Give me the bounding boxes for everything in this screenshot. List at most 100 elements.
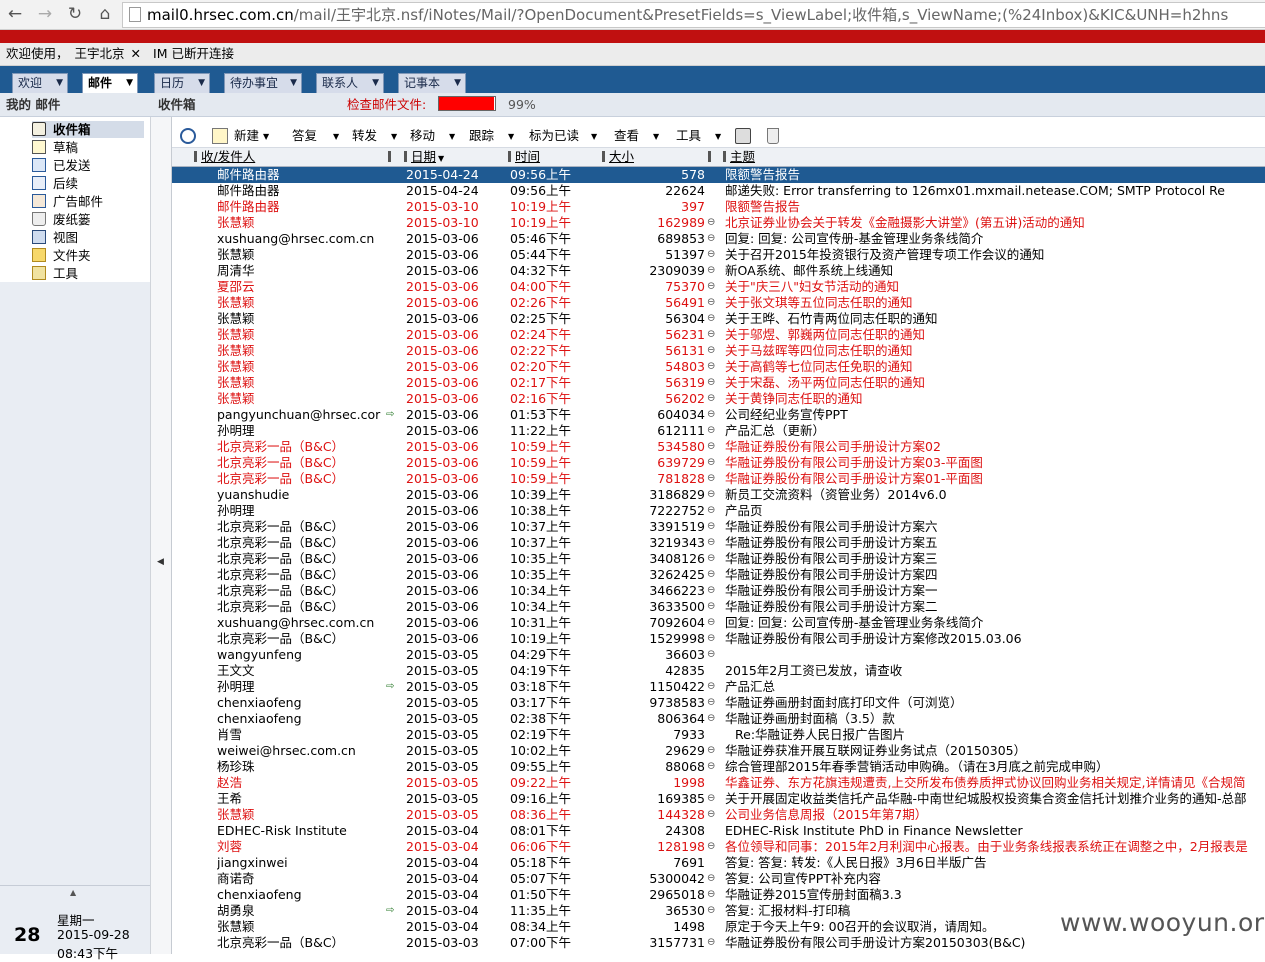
chevron-down-icon[interactable]: ▼ <box>715 132 721 141</box>
tab-todo[interactable]: 待办事宜 ▼ <box>224 73 302 93</box>
new-memo-icon[interactable] <box>212 128 228 144</box>
chevron-up-icon[interactable]: ▲ <box>70 888 76 897</box>
chevron-down-icon[interactable]: ▼ <box>508 132 514 141</box>
delete-icon[interactable] <box>767 128 779 144</box>
table-row[interactable]: jiangxinwei 2015-03-04 05:18下午 7691 答复: 答复: … <box>172 855 1265 871</box>
table-row[interactable]: 邮件路由器 2015-04-24 09:56上午 22624 邮递失败: Error t… <box>172 183 1265 199</box>
table-row[interactable]: chenxiaofeng 2015-03-05 02:38下午 806364 ⊘ 华融证券… <box>172 711 1265 727</box>
table-row[interactable]: 张慧颖 2015-03-06 02:16下午 56202 ⊘ 关于黄铮同志任职的通知 <box>172 391 1265 407</box>
table-row[interactable]: 张慧颖 2015-03-06 02:24下午 56231 ⊘ 关于邬煜、郭巍两位同志任职的… <box>172 327 1265 343</box>
table-row[interactable]: 北京亮彩一品（B&C） 2015-03-06 10:19上午 1529998 ⊘ 华融证券… <box>172 631 1265 647</box>
chevron-down-icon[interactable]: ▼ <box>263 132 269 141</box>
table-row[interactable]: 北京亮彩一品（B&C） 2015-03-06 10:59上午 639729 ⊘ 华融证券股… <box>172 455 1265 471</box>
table-row[interactable]: xushuang@hrsec.com.cn 2015-03-06 05:46下午 68… <box>172 231 1265 247</box>
table-row[interactable]: 王文文 2015-03-05 04:19下午 42835 2015年2月工资已发放，请查… <box>172 663 1265 679</box>
column-subject[interactable]: 主题 <box>708 148 755 165</box>
table-row[interactable]: weiwei@hrsec.com.cn 2015-03-05 10:02上午 2962… <box>172 743 1265 759</box>
table-row[interactable]: 张慧颖 2015-03-06 02:22下午 56131 ⊘ 关于马兹晖等四位同志任职的通… <box>172 343 1265 359</box>
table-row[interactable]: 张慧颖 2015-03-06 02:26下午 56491 ⊘ 关于张文琪等五位同志任职的通… <box>172 295 1265 311</box>
table-row[interactable]: 北京亮彩一品（B&C） 2015-03-06 10:59上午 781828 ⊘ 华融证券股… <box>172 471 1265 487</box>
tab-mail[interactable]: 邮件 ▼ <box>82 73 138 93</box>
chevron-down-icon[interactable]: ▼ <box>391 132 397 141</box>
chevron-down-icon[interactable]: ▼ <box>372 74 379 93</box>
sidebar-item-junk[interactable]: 广告邮件 <box>32 193 103 210</box>
tools-button[interactable]: 工具 ▼ <box>676 125 721 148</box>
tab-welcome[interactable]: 欢迎 ▼ <box>12 73 68 93</box>
print-icon[interactable] <box>735 128 751 144</box>
table-row[interactable]: 刘蓉 2015-03-04 06:06下午 128198 ⊘ 各位领导和同事：2015年2… <box>172 839 1265 855</box>
table-row[interactable]: 邮件路由器 2015-03-10 10:19上午 397 限额警告报告 <box>172 199 1265 215</box>
table-row[interactable]: 张慧颖 2015-03-06 02:17下午 56319 ⊘ 关于宋磊、汤平两位同志任职的… <box>172 375 1265 391</box>
quota-label[interactable]: 检查邮件文件: <box>347 93 426 116</box>
follow-button[interactable]: 跟踪 ▼ <box>469 125 514 148</box>
collapse-left-icon[interactable]: ◀ <box>157 557 164 567</box>
tab-contacts[interactable]: 联系人 ▼ <box>316 73 384 93</box>
sidebar-item-trash[interactable]: 废纸篓 <box>32 211 91 228</box>
table-row[interactable]: 孙明理 ⇨ 2015-03-05 03:18下午 1150422 ⊘ 产品汇总 <box>172 679 1265 695</box>
forward-button[interactable]: 转发 ▼ <box>352 125 397 148</box>
table-row[interactable]: 北京亮彩一品（B&C） 2015-03-06 10:59上午 534580 ⊘ 华融证券股… <box>172 439 1265 455</box>
chevron-down-icon[interactable]: ▼ <box>591 132 597 141</box>
address-bar[interactable]: mail0.hrsec.com.cn/mail/王宇北京.nsf/iNotes/… <box>122 2 1265 28</box>
sidebar-item-sent[interactable]: 已发送 <box>32 157 91 174</box>
table-row[interactable]: 肖雪 2015-03-05 02:19下午 7933 Re:华融证券人民日报广告图片 <box>172 727 1265 743</box>
table-row[interactable]: 张慧颖 2015-03-06 05:44下午 51397 ⊘ 关于召开2015年投资银行及… <box>172 247 1265 263</box>
table-row[interactable]: 王希 2015-03-05 09:16上午 169385 ⊘ 关于开展固定收益类信托产品华… <box>172 791 1265 807</box>
home-icon[interactable]: ⌂ <box>94 3 116 25</box>
table-row[interactable]: 夏邵云 2015-03-06 04:00下午 75370 ⊘ 关于"庆三八"妇女节活动的通… <box>172 279 1265 295</box>
mark-read-button[interactable]: 标为已读 ▼ <box>529 125 597 148</box>
view-button[interactable]: 查看 ▼ <box>614 125 659 148</box>
table-row[interactable]: 北京亮彩一品（B&C） 2015-03-06 10:35上午 3262425 ⊘ 华融证券… <box>172 567 1265 583</box>
table-row[interactable]: 北京亮彩一品（B&C） 2015-03-06 10:34上午 3466223 ⊘ 华融证券… <box>172 583 1265 599</box>
sidebar-item-folders[interactable]: 文件夹 <box>32 247 91 264</box>
table-row[interactable]: xushuang@hrsec.com.cn 2015-03-06 10:31上午 70… <box>172 615 1265 631</box>
move-button[interactable]: 移动 ▼ <box>410 125 455 148</box>
reload-icon[interactable]: ↻ <box>64 3 86 25</box>
table-row[interactable]: 商诺奇 2015-03-04 05:07下午 5300042 ⊘ 答复: 公司宣传PPT补… <box>172 871 1265 887</box>
table-row[interactable]: 孙明理 2015-03-06 10:38上午 7222752 ⊘ 产品页 <box>172 503 1265 519</box>
table-row[interactable]: 赵浩 2015-03-05 09:22上午 1998 华鑫证券、东方花旗违规遭责,上交所… <box>172 775 1265 791</box>
table-row[interactable]: wangyunfeng 2015-03-05 04:29下午 36603 ⊘ <box>172 647 1265 663</box>
table-row[interactable]: 北京亮彩一品（B&C） 2015-03-06 10:37上午 3391519 ⊘ 华融证券… <box>172 519 1265 535</box>
table-row[interactable]: 张慧颖 2015-03-05 08:36上午 144328 ⊘ 公司业务信息周报（2015… <box>172 807 1265 823</box>
tab-calendar[interactable]: 日历 ▼ <box>154 73 210 93</box>
new-button[interactable]: 新建 ▼ <box>234 125 269 148</box>
table-row[interactable]: 杨珍珠 2015-03-05 09:55上午 88068 ⊘ 综合管理部2015年春季营销… <box>172 759 1265 775</box>
forward-icon[interactable]: → <box>34 3 56 25</box>
refresh-icon[interactable] <box>180 128 196 144</box>
sidebar-item-views[interactable]: 视图 <box>32 229 78 246</box>
chevron-down-icon[interactable]: ▼ <box>198 74 205 93</box>
back-icon[interactable]: ← <box>4 3 26 25</box>
column-size[interactable]: 大小 <box>602 148 634 165</box>
table-row[interactable]: 孙明理 2015-03-06 11:22上午 612111 ⊘ 产品汇总（更新） <box>172 423 1265 439</box>
chevron-down-icon[interactable]: ▼ <box>290 74 297 93</box>
chevron-down-icon[interactable]: ▼ <box>56 74 63 93</box>
table-row[interactable]: 邮件路由器 2015-04-24 09:56上午 578 限额警告报告 <box>172 167 1265 183</box>
chevron-down-icon[interactable]: ▼ <box>126 74 133 93</box>
table-row[interactable]: 北京亮彩一品（B&C） 2015-03-03 07:00下午 3157731 ⊘ 华融证券… <box>172 935 1265 951</box>
table-row[interactable]: pangyunchuan@hrsec.cor ⇨ 2015-03-06 01:53下午… <box>172 407 1265 423</box>
table-row[interactable]: 张慧颖 2015-03-10 10:19上午 162989 ⊘ 北京证券业协会关于转发《金… <box>172 215 1265 231</box>
tab-notebook[interactable]: 记事本 ▼ <box>398 73 466 93</box>
column-time[interactable]: 时间 <box>508 148 540 165</box>
column-date[interactable]: 日期 ▼ <box>404 148 444 167</box>
table-row[interactable]: 北京亮彩一品（B&C） 2015-03-06 10:34上午 3633500 ⊘ 华融证券… <box>172 599 1265 615</box>
table-row[interactable]: EDHEC-Risk Institute 2015-03-04 08:01下午 243… <box>172 823 1265 839</box>
table-row[interactable]: chenxiaofeng 2015-03-04 01:50下午 2965018 ⊘ 华融证… <box>172 887 1265 903</box>
chevron-down-icon[interactable]: ▼ <box>653 132 659 141</box>
table-row[interactable]: 张慧颖 2015-03-06 02:25下午 56304 ⊘ 关于王晔、石竹青两位同志任职… <box>172 311 1265 327</box>
reply-button[interactable]: 答复 ▼ <box>292 125 339 148</box>
chevron-down-icon[interactable]: ▼ <box>333 132 339 141</box>
sidebar-item-drafts[interactable]: 草稿 <box>32 139 78 156</box>
close-icon[interactable]: ✕ <box>131 46 141 61</box>
table-row[interactable]: 张慧颖 2015-03-06 02:20下午 54803 ⊘ 关于高鹤等七位同志任免职的通… <box>172 359 1265 375</box>
table-row[interactable]: yuanshudie 2015-03-06 10:39上午 3186829 ⊘ 新员工交流… <box>172 487 1265 503</box>
pane-splitter[interactable]: ◀ <box>150 117 172 954</box>
column-from[interactable]: 收/发件人 <box>194 148 255 165</box>
table-row[interactable]: 周清华 2015-03-06 04:32下午 2309039 ⊘ 新OA系统、邮件系统上线… <box>172 263 1265 279</box>
table-row[interactable]: 北京亮彩一品（B&C） 2015-03-06 10:37上午 3219343 ⊘ 华融证券… <box>172 535 1265 551</box>
column-divider-handle[interactable] <box>388 148 395 165</box>
sidebar-item-tools[interactable]: 工具 <box>32 265 78 282</box>
chevron-down-icon[interactable]: ▼ <box>454 74 461 93</box>
table-row[interactable]: 北京亮彩一品（B&C） 2015-03-06 10:35上午 3408126 ⊘ 华融证券… <box>172 551 1265 567</box>
